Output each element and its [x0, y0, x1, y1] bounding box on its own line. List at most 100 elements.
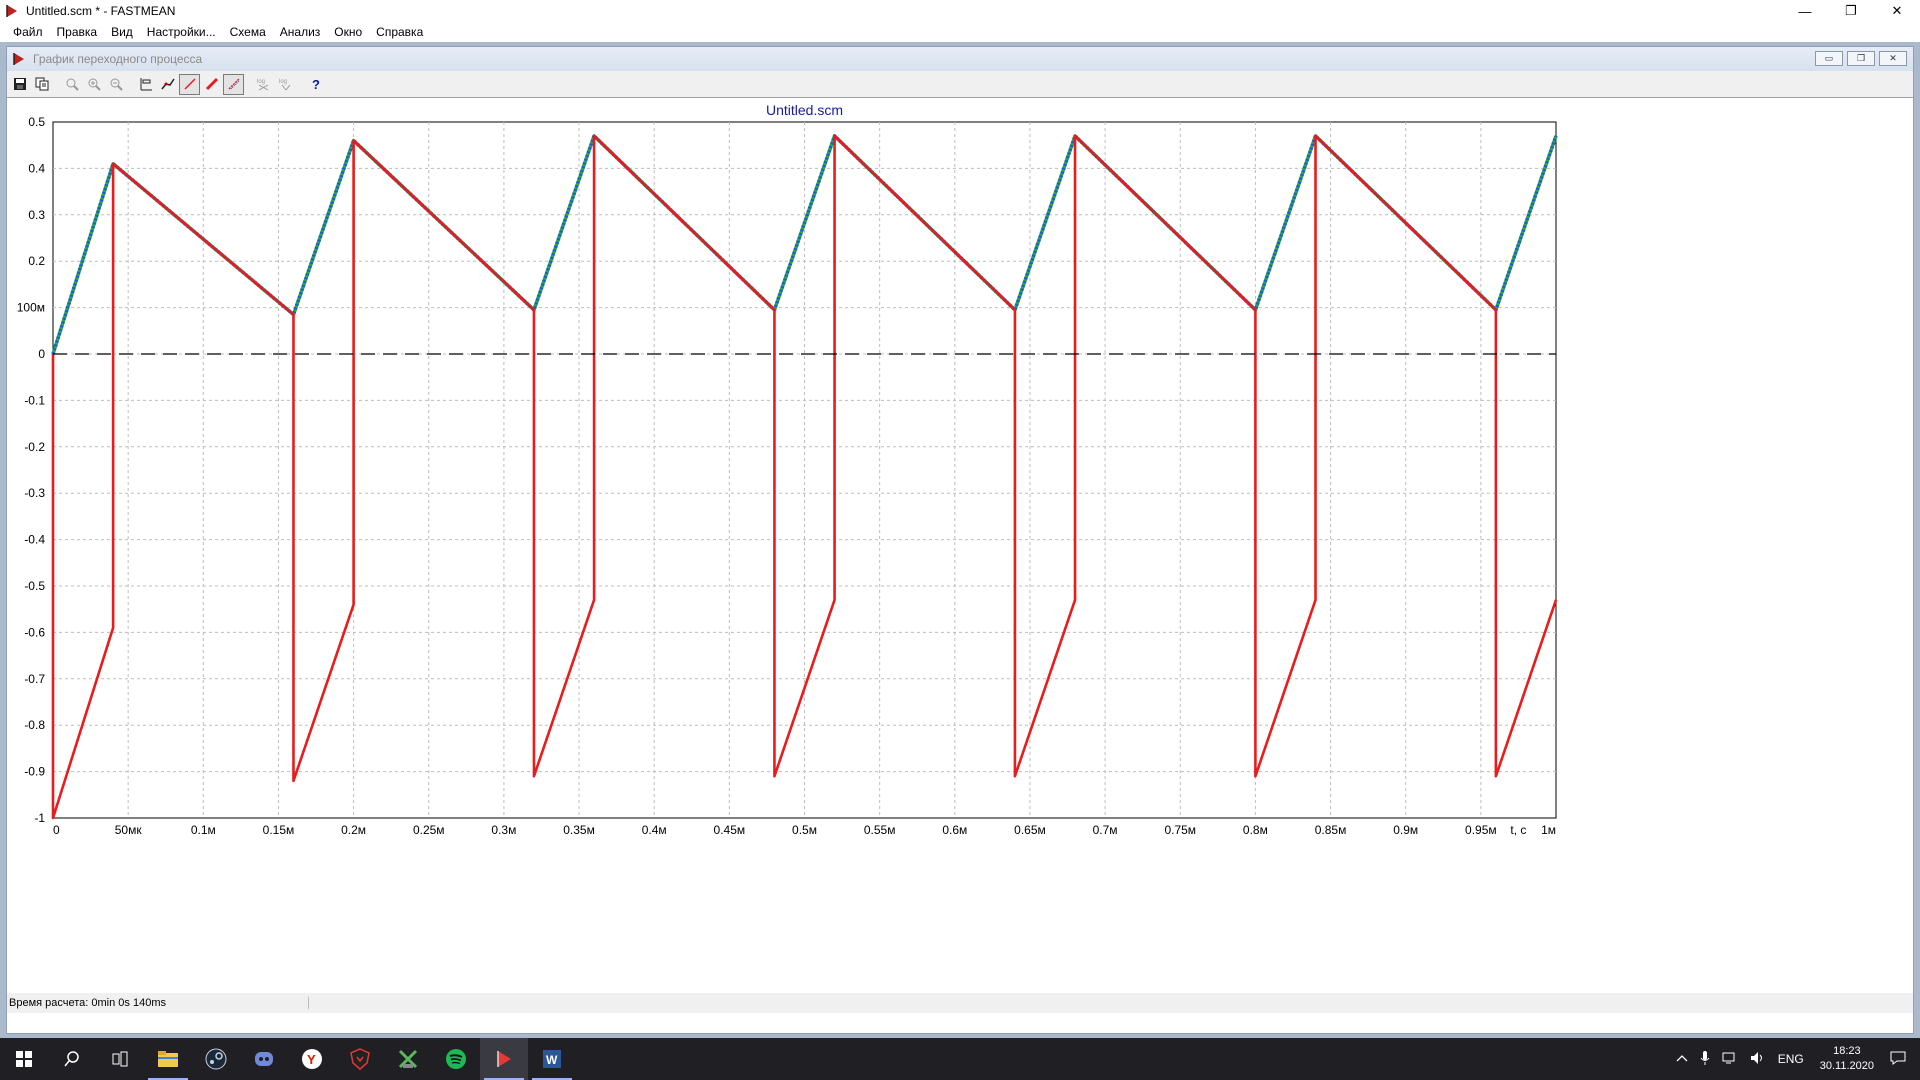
mdi-workspace: График переходного процесса ▭ ❐ ✕ log lo…	[0, 42, 1920, 1038]
child-minimize-button[interactable]: ▭	[1815, 51, 1843, 66]
y-tick-label: -0.5	[24, 579, 45, 593]
zoom-out-icon[interactable]	[105, 74, 126, 95]
fastmean-icon[interactable]	[480, 1038, 528, 1080]
discord-icon[interactable]	[240, 1038, 288, 1080]
x-tick-label: 0.6м	[942, 823, 967, 837]
notifications-icon[interactable]	[1890, 1051, 1906, 1068]
status-bar: Время расчета: 0min 0s 140ms	[7, 993, 1913, 1013]
xbox-like-icon[interactable]	[384, 1038, 432, 1080]
microphone-icon[interactable]	[1700, 1050, 1710, 1069]
menu-help[interactable]: Справка	[369, 25, 430, 39]
network-icon[interactable]	[1722, 1051, 1738, 1068]
start-icon[interactable]	[0, 1038, 48, 1080]
x-tick-label: 0.45м	[714, 823, 746, 837]
x-axis-label: t, c	[1510, 823, 1526, 837]
y-tick-label: 100м	[17, 301, 45, 315]
x-tick-label: 0.25м	[413, 823, 445, 837]
taskbar: Y W ENG 18:23 30.11.2020	[0, 1038, 1920, 1080]
calc-time-text: Время расчета: 0min 0s 140ms	[9, 997, 309, 1009]
zoom-icon[interactable]	[61, 74, 82, 95]
menu-settings[interactable]: Настройки...	[140, 25, 223, 39]
fastmean-app-icon	[6, 5, 17, 17]
help-icon[interactable]: ?	[305, 74, 326, 95]
y-tick-label: -0.8	[24, 718, 45, 732]
svg-text:log: log	[279, 79, 287, 85]
maximize-button[interactable]: ❐	[1828, 0, 1874, 22]
zoom-in-icon[interactable]	[83, 74, 104, 95]
menu-window[interactable]: Окно	[327, 25, 369, 39]
svg-text:?: ?	[312, 77, 320, 91]
y-tick-label: -0.9	[24, 765, 45, 779]
menu-bar: Файл Правка Вид Настройки... Схема Анали…	[0, 22, 1920, 42]
child-close-button[interactable]: ✕	[1879, 51, 1907, 66]
word-icon[interactable]: W	[528, 1038, 576, 1080]
x-tick-label: 0.35м	[563, 823, 595, 837]
system-tray: ENG 18:23 30.11.2020	[1670, 1038, 1920, 1080]
grid-icon[interactable]	[223, 73, 244, 95]
y-tick-label: 0	[38, 347, 45, 361]
save-icon[interactable]	[9, 74, 30, 95]
x-tick-label: 0.15м	[263, 823, 295, 837]
x-tick-label: 0.2м	[341, 823, 366, 837]
title-bar: Untitled.scm * - FASTMEAN — ❐ ✕	[0, 0, 1920, 22]
x-tick-label: 0.85м	[1315, 823, 1347, 837]
y-tick-label: -1	[34, 811, 45, 825]
x-tick-label: 0.1м	[191, 823, 216, 837]
window-controls: — ❐ ✕	[1782, 0, 1920, 22]
volume-icon[interactable]	[1750, 1051, 1766, 1068]
thick-line-icon[interactable]	[201, 74, 222, 95]
spotify-icon[interactable]	[432, 1038, 480, 1080]
task-view-icon[interactable]	[96, 1038, 144, 1080]
chart-title: Untitled.scm	[766, 102, 843, 118]
x-tick-label: 0.95м	[1465, 823, 1497, 837]
steam-icon[interactable]	[192, 1038, 240, 1080]
shield-app-icon[interactable]	[336, 1038, 384, 1080]
line-red-icon[interactable]	[179, 73, 200, 95]
x-tick-label: 0.65м	[1014, 823, 1046, 837]
y-tick-label: -0.2	[24, 440, 45, 454]
x-tick-label: 0.5м	[792, 823, 817, 837]
x-tick-label: 0.55м	[864, 823, 896, 837]
y-tick-label: -0.7	[24, 672, 45, 686]
cursor-icon[interactable]	[157, 74, 178, 95]
plot-toolbar: log log ?	[7, 71, 1913, 97]
plot-area[interactable]: Untitled.scm 0 50мк 0.1м 0.15м 0.2м 0.25м 0.3м 0…	[7, 97, 1913, 991]
log-x-icon[interactable]: log	[253, 74, 274, 95]
file-explorer-icon[interactable]	[144, 1038, 192, 1080]
clock-date: 30.11.2020	[1819, 1060, 1874, 1072]
svg-text:log: log	[257, 79, 265, 85]
menu-analysis[interactable]: Анализ	[273, 25, 328, 39]
language-indicator[interactable]: ENG	[1778, 1052, 1804, 1066]
y-tick-label: -0.4	[24, 533, 45, 547]
y-tick-label: 0.3	[28, 208, 45, 222]
search-icon[interactable]	[48, 1038, 96, 1080]
axis-settings-icon[interactable]	[135, 74, 156, 95]
x-tick-label: 0.4м	[642, 823, 667, 837]
y-tick-label: 0.5	[28, 115, 45, 129]
menu-edit[interactable]: Правка	[50, 25, 105, 39]
child-window-title: График переходного процесса	[33, 52, 203, 66]
clock-time: 18:23	[1833, 1045, 1861, 1057]
svg-text:W: W	[546, 1053, 558, 1067]
child-restore-button[interactable]: ❐	[1847, 51, 1875, 66]
svg-text:Y: Y	[307, 1052, 316, 1067]
clock[interactable]: 18:23 30.11.2020	[1820, 1044, 1874, 1074]
menu-scheme[interactable]: Схема	[223, 25, 273, 39]
yandex-browser-icon[interactable]: Y	[288, 1038, 336, 1080]
transient-plot-window: График переходного процесса ▭ ❐ ✕ log lo…	[6, 46, 1914, 1034]
window-title: Untitled.scm * - FASTMEAN	[26, 4, 176, 18]
menu-view[interactable]: Вид	[104, 25, 140, 39]
close-button[interactable]: ✕	[1874, 0, 1920, 22]
x-tick-label: 0.3м	[491, 823, 516, 837]
copy-icon[interactable]	[31, 74, 52, 95]
x-tick-label: 0.9м	[1393, 823, 1418, 837]
minimize-button[interactable]: —	[1782, 0, 1828, 22]
x-tick-label: 50мк	[115, 823, 143, 837]
x-tick-label: 0.7м	[1093, 823, 1118, 837]
transient-chart: Untitled.scm 0 50мк 0.1м 0.15м 0.2м 0.25м 0.3м 0…	[17, 102, 1558, 837]
child-window-caption: График переходного процесса ▭ ❐ ✕	[7, 47, 1913, 71]
menu-file[interactable]: Файл	[6, 25, 50, 39]
chevron-up-icon[interactable]	[1676, 1052, 1688, 1066]
x-tick-label: 0.75м	[1164, 823, 1196, 837]
log-y-icon[interactable]: log	[275, 74, 296, 95]
